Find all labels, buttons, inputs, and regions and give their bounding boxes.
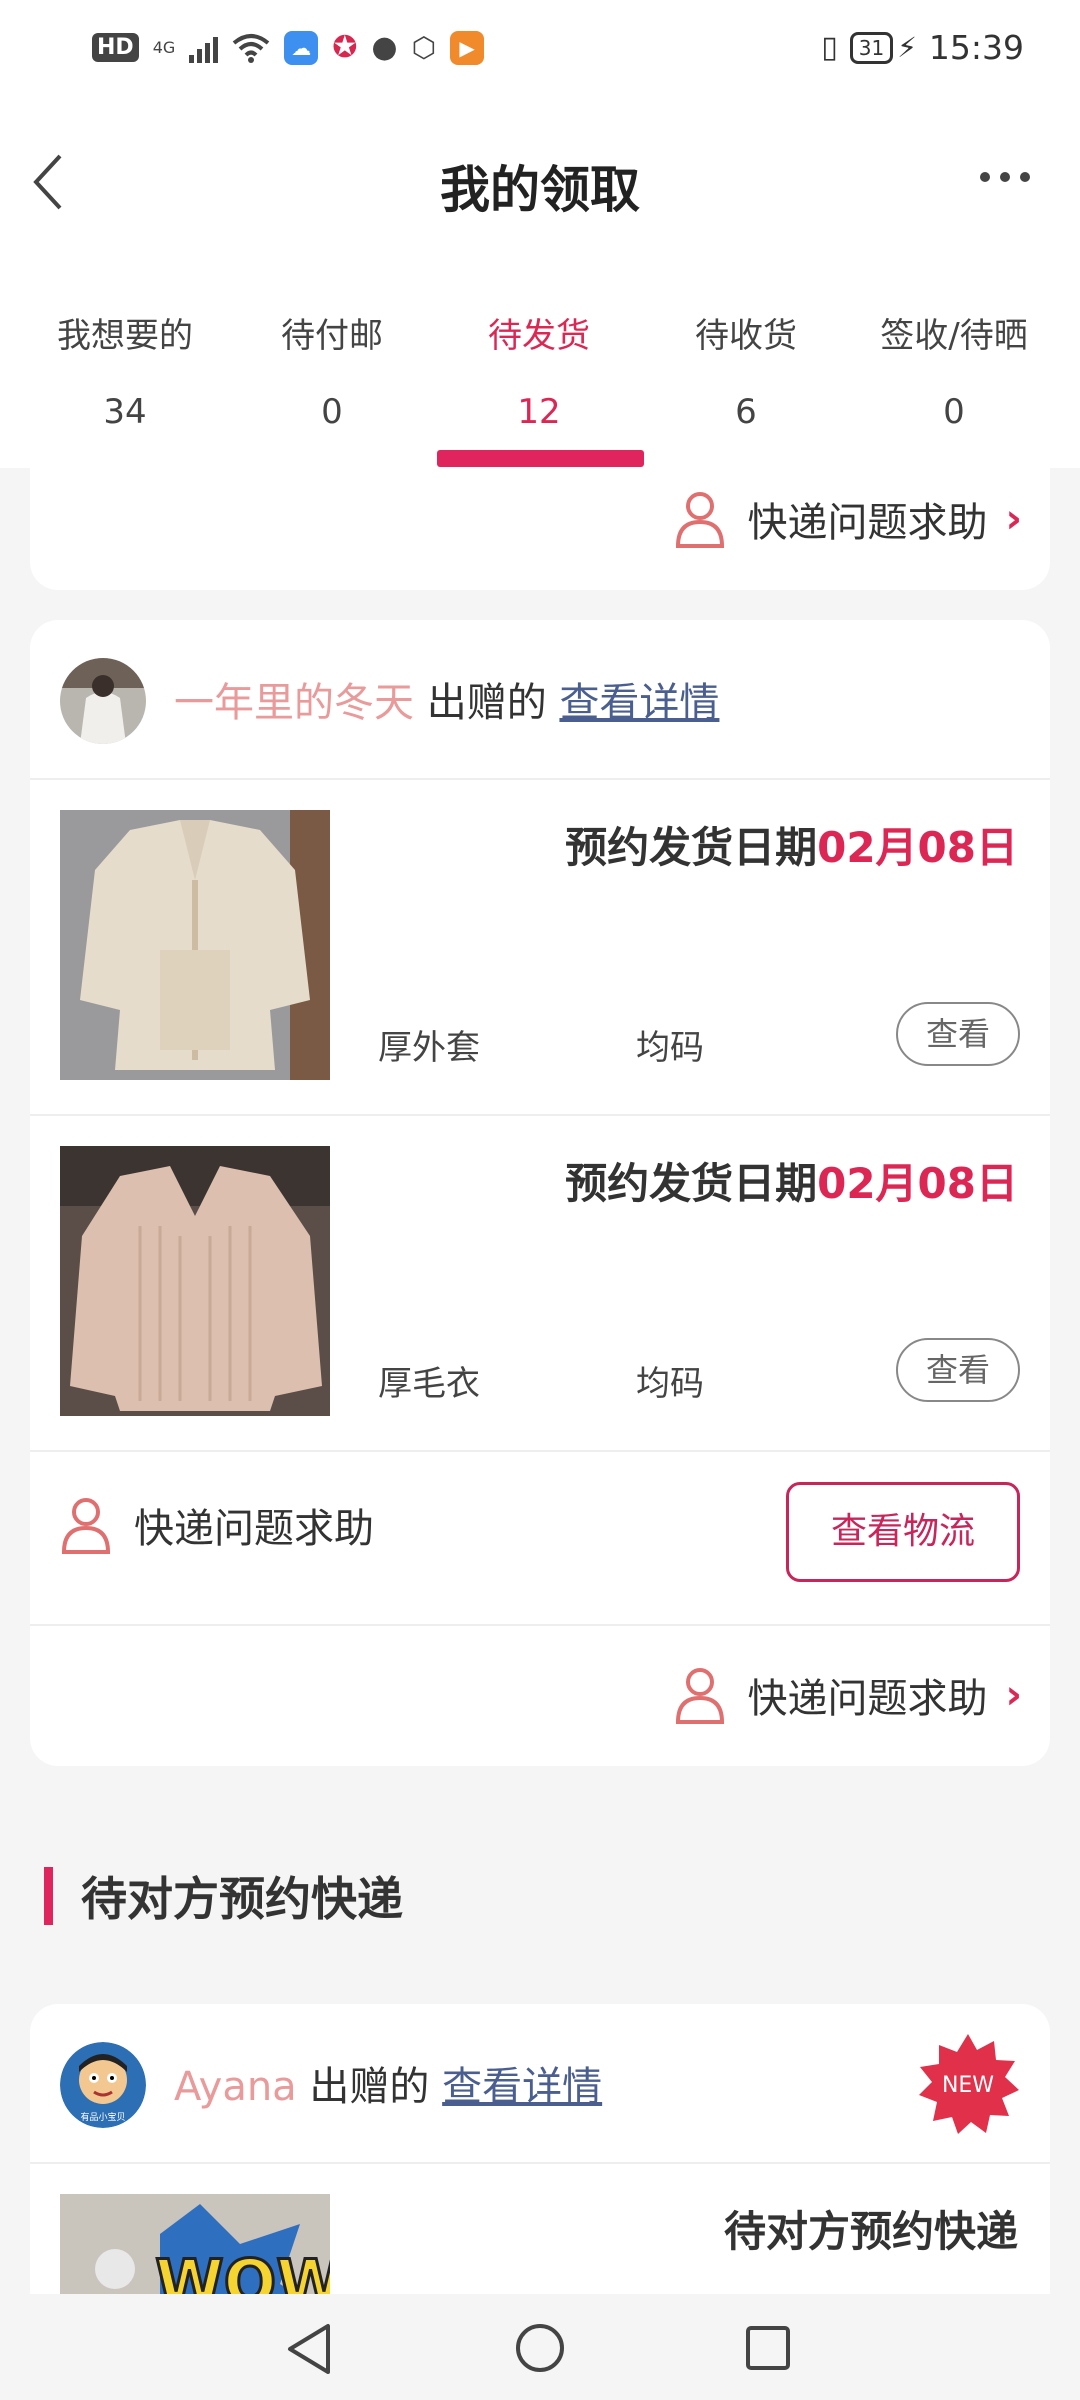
gave-text: 出赠的 — [309, 2064, 430, 2110]
ship-date: 预约发货日期02月08日 — [565, 814, 1018, 875]
tab-count: 34 — [103, 392, 147, 432]
giver-row: 一年里的冬天 出赠的 查看详情 — [30, 620, 1050, 780]
chevron-right-icon: › — [1005, 1672, 1022, 1718]
nav-home-icon[interactable] — [514, 2322, 566, 2374]
network-type: 4G — [152, 37, 176, 57]
cloud-app-icon: ☁ — [284, 30, 319, 65]
active-tab-indicator — [437, 450, 644, 467]
giver-name[interactable]: Ayana — [174, 2064, 297, 2110]
svg-text:WOW: WOW — [155, 2246, 330, 2294]
tab-count: 0 — [943, 392, 965, 432]
help-label: 快递问题求助 — [747, 500, 988, 546]
order-item: WOW 待对方预约快递 — [30, 2164, 1050, 2294]
pending-status: 待对方预约快递 — [723, 2207, 1018, 2256]
star-app-icon: ✪ — [332, 30, 358, 65]
clock: 15:39 — [928, 28, 1024, 67]
chevron-right-icon: › — [1005, 496, 1022, 542]
person-icon — [675, 492, 724, 548]
item-size: 均码 — [636, 1364, 704, 1404]
avatar-caption: 有品小宝贝 — [80, 2111, 125, 2123]
item-name: 厚外套 — [378, 1028, 480, 1068]
new-badge-label: NEW — [942, 2073, 994, 2098]
view-button[interactable]: 查看 — [896, 1338, 1020, 1402]
tab-label: 我想要的 — [57, 316, 193, 356]
ship-date-value: 02月08日 — [817, 823, 1018, 872]
giver-text: 一年里的冬天 出赠的 查看详情 — [174, 670, 719, 728]
express-help-link[interactable]: 快递问题求助 › — [674, 1666, 1022, 1724]
tab-wanted[interactable]: 我想要的 34 — [0, 260, 250, 468]
view-button[interactable]: 查看 — [896, 1002, 1020, 1066]
sweater-image[interactable] — [60, 1146, 330, 1416]
help-logistics-row: 快递问题求助 查看物流 — [30, 1452, 1050, 1626]
giver-row: 有品小宝贝 Ayana 出赠的 查看详情 NEW — [30, 2004, 1050, 2164]
ship-date: 预约发货日期02月08日 — [565, 1150, 1018, 1211]
giver-name[interactable]: 一年里的冬天 — [174, 680, 414, 726]
system-nav-bar — [0, 2294, 1080, 2400]
tab-count: 12 — [517, 392, 561, 432]
tab-count: 6 — [735, 392, 757, 432]
signal-icon — [189, 33, 219, 63]
order-card-previous: 快递问题求助 › — [30, 468, 1050, 590]
ship-date-label: 预约发货日期 — [565, 1159, 818, 1208]
tab-pending-receipt[interactable]: 待收货 6 — [664, 260, 828, 468]
hd-icon: HD — [92, 33, 139, 62]
tab-label: 待付邮 — [281, 316, 383, 356]
view-details-link[interactable]: 查看详情 — [559, 680, 719, 726]
item-image[interactable]: WOW — [60, 2194, 330, 2294]
person-icon — [61, 1498, 111, 1554]
new-badge-icon: NEW — [919, 2034, 1019, 2134]
order-item: 预约发货日期02月08日 厚外套 均码 查看 — [30, 780, 1050, 1116]
status-icons-left: HD 4G ☁ ✪ ● ⬡ ▶ — [92, 30, 485, 65]
tab-signed-share[interactable]: 签收/待晒 0 — [828, 260, 1080, 468]
help-label: 快递问题求助 — [134, 1506, 374, 1552]
page-title: 我的领取 — [440, 161, 640, 219]
wifi-icon — [232, 33, 270, 63]
tab-count: 0 — [321, 392, 343, 432]
ship-date-value: 02月08日 — [817, 1159, 1018, 1208]
section-accent-bar — [44, 1867, 53, 1925]
view-details-link[interactable]: 查看详情 — [442, 2064, 602, 2110]
nav-recents-icon[interactable] — [744, 2324, 792, 2372]
item-name: 厚毛衣 — [378, 1364, 480, 1404]
coat-image[interactable] — [60, 810, 330, 1080]
app-header: 我的领取 — [0, 110, 1080, 260]
status-bar: HD 4G ☁ ✪ ● ⬡ ▶ ▯ 31 ⚡ 15:39 — [0, 0, 1080, 110]
tab-label: 待收货 — [695, 316, 797, 356]
section-title: 待对方预约快递 — [44, 1866, 403, 1926]
tab-pending-postage[interactable]: 待付邮 0 — [250, 260, 414, 468]
section-title-text: 待对方预约快递 — [81, 1872, 403, 1926]
nav-back-icon[interactable] — [284, 2322, 334, 2376]
avatar[interactable]: 有品小宝贝 — [60, 2042, 146, 2128]
battery-icon: 31 — [849, 31, 894, 64]
vibrate-icon: ▯ — [821, 30, 838, 65]
video-app-icon: ▶ — [450, 30, 485, 65]
footer-help-row: 快递问题求助 › — [30, 1626, 1050, 1766]
help-label: 快递问题求助 — [747, 1676, 988, 1722]
message-icon: ● — [371, 30, 398, 65]
more-options-icon[interactable] — [980, 172, 1030, 182]
order-item: 预约发货日期02月08日 厚毛衣 均码 查看 — [30, 1116, 1050, 1452]
hand-app-icon: ⬡ — [411, 31, 437, 64]
item-size: 均码 — [636, 1028, 704, 1068]
status-icons-right: ▯ 31 ⚡ 15:39 — [821, 28, 1024, 67]
avatar[interactable] — [60, 658, 146, 744]
express-help-link[interactable]: 快递问题求助 › — [674, 490, 1022, 548]
order-card: 一年里的冬天 出赠的 查看详情 预约发货日期02月08日 厚外套 均码 查看 预… — [30, 620, 1050, 1766]
tab-pending-shipment[interactable]: 待发货 12 — [414, 260, 664, 468]
person-icon — [675, 1668, 724, 1724]
ship-date-label: 预约发货日期 — [565, 823, 818, 872]
tab-label: 待发货 — [488, 316, 590, 356]
express-help-link[interactable]: 快递问题求助 — [60, 1496, 374, 1554]
view-logistics-button[interactable]: 查看物流 — [786, 1482, 1020, 1582]
order-card: 有品小宝贝 Ayana 出赠的 查看详情 NEW WOW 待对方预约快递 — [30, 2004, 1050, 2294]
gave-text: 出赠的 — [426, 680, 547, 726]
status-tabs: 我想要的 34 待付邮 0 待发货 12 待收货 6 签收/待晒 0 — [0, 260, 1080, 468]
charging-icon: ⚡ — [897, 31, 917, 64]
tab-label: 签收/待晒 — [880, 316, 1028, 356]
giver-text: Ayana 出赠的 查看详情 — [174, 2054, 602, 2112]
